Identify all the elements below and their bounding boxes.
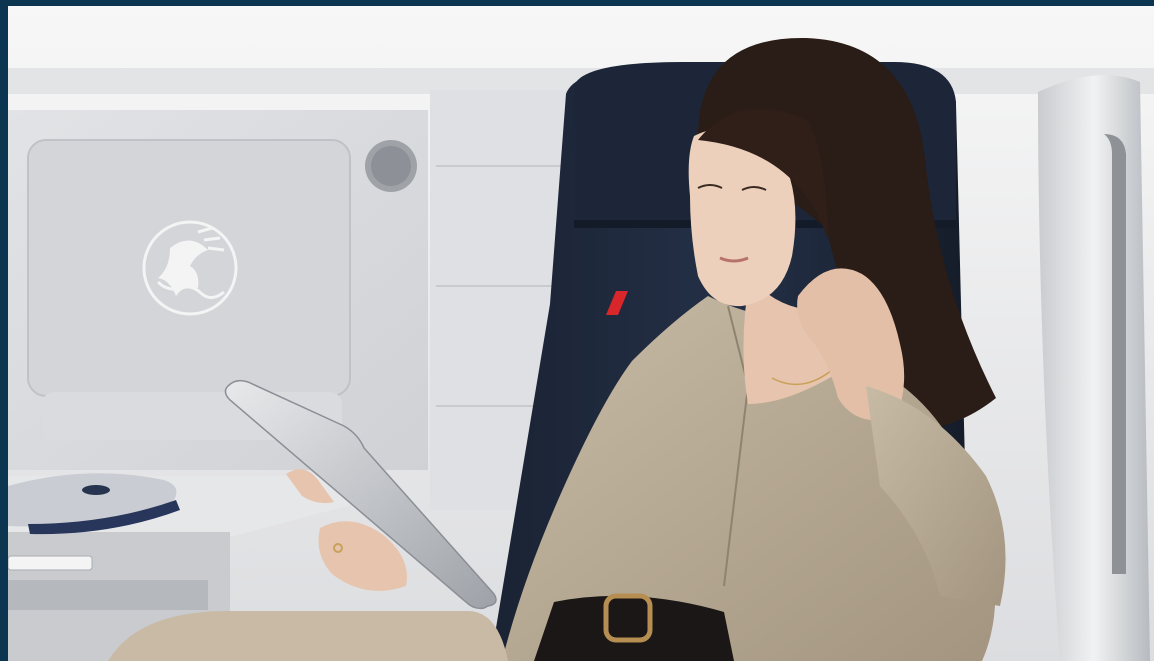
photo-frame — [8, 6, 1154, 661]
cabin-photo — [8, 6, 1154, 661]
seat-shell — [1038, 74, 1150, 661]
trousers — [108, 611, 508, 661]
